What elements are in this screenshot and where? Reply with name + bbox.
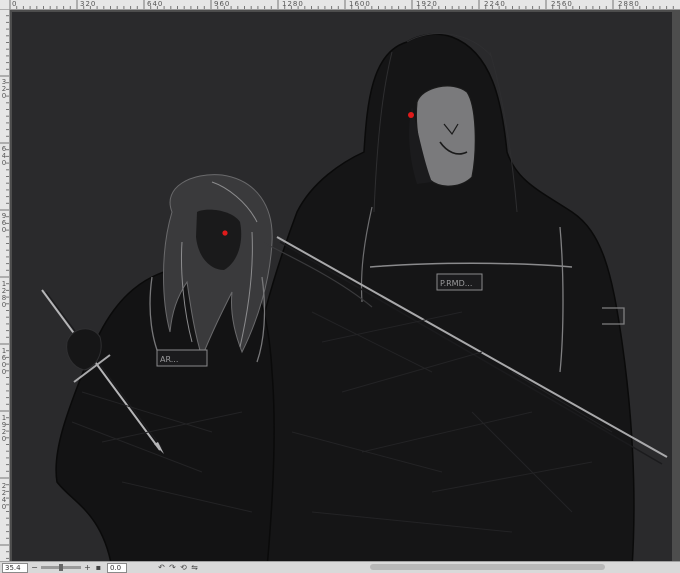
ruler-left-label: 1920: [1, 414, 7, 443]
reset-rotation-icon[interactable]: ⟲: [179, 563, 188, 572]
ruler-left-label: 1280: [1, 280, 7, 309]
artwork: P.RMD... AR...: [41, 33, 668, 568]
ruler-top-label: 2560: [551, 0, 573, 8]
ruler-left-label: 960: [1, 212, 7, 234]
rotate-right-icon[interactable]: ↷: [168, 563, 177, 572]
ruler-top-label: 1280: [282, 0, 304, 8]
ruler-left-label: 1600: [1, 347, 7, 376]
ruler-top-label: 320: [80, 0, 97, 8]
ruler-top-label: 960: [214, 0, 231, 8]
drawing-canvas[interactable]: P.RMD... AR...: [12, 12, 672, 568]
horizontal-ruler: 0 320 640 960 1280 1600 1920 2240 2560 2…: [0, 0, 680, 10]
zoom-slider[interactable]: [41, 564, 81, 571]
zoom-out-icon[interactable]: −: [30, 563, 39, 572]
horizontal-ruler-ticks: [9, 0, 674, 9]
fit-window-icon[interactable]: ▪: [94, 563, 103, 572]
ruler-left-label: 2240: [1, 482, 7, 511]
ruler-top-label: 1600: [349, 0, 371, 8]
zoom-in-icon[interactable]: +: [83, 563, 92, 572]
status-bar: 35.4 − + ▪ 0.0 ↶ ↷ ⟲ ⇋: [0, 561, 680, 573]
ruler-top-label: 640: [147, 0, 164, 8]
red-eye-icon: [222, 230, 228, 236]
rotate-left-icon[interactable]: ↶: [157, 563, 166, 572]
ruler-top-label: 1920: [416, 0, 438, 8]
tall-figure: P.RMD...: [245, 33, 668, 568]
zoom-slider-handle[interactable]: [59, 564, 63, 571]
horizontal-scrollbar[interactable]: [370, 564, 605, 570]
red-eye-icon: [408, 112, 414, 118]
ruler-top-label: 2880: [618, 0, 640, 8]
vertical-ruler: 320 640 960 1280 1600 1920 2240: [0, 9, 10, 562]
left-badge-label: AR...: [160, 355, 178, 364]
zoom-field[interactable]: 35.4: [2, 562, 28, 573]
canvas-workspace[interactable]: P.RMD... AR...: [10, 10, 680, 568]
flip-icon[interactable]: ⇋: [190, 563, 199, 572]
ruler-top-label: 0: [12, 0, 18, 8]
ruler-left-label: 640: [1, 145, 7, 167]
rotation-field[interactable]: 0.0: [107, 562, 127, 573]
ruler-left-label: 320: [1, 78, 7, 100]
right-badge-label: P.RMD...: [440, 279, 472, 288]
ruler-top-label: 2240: [484, 0, 506, 8]
